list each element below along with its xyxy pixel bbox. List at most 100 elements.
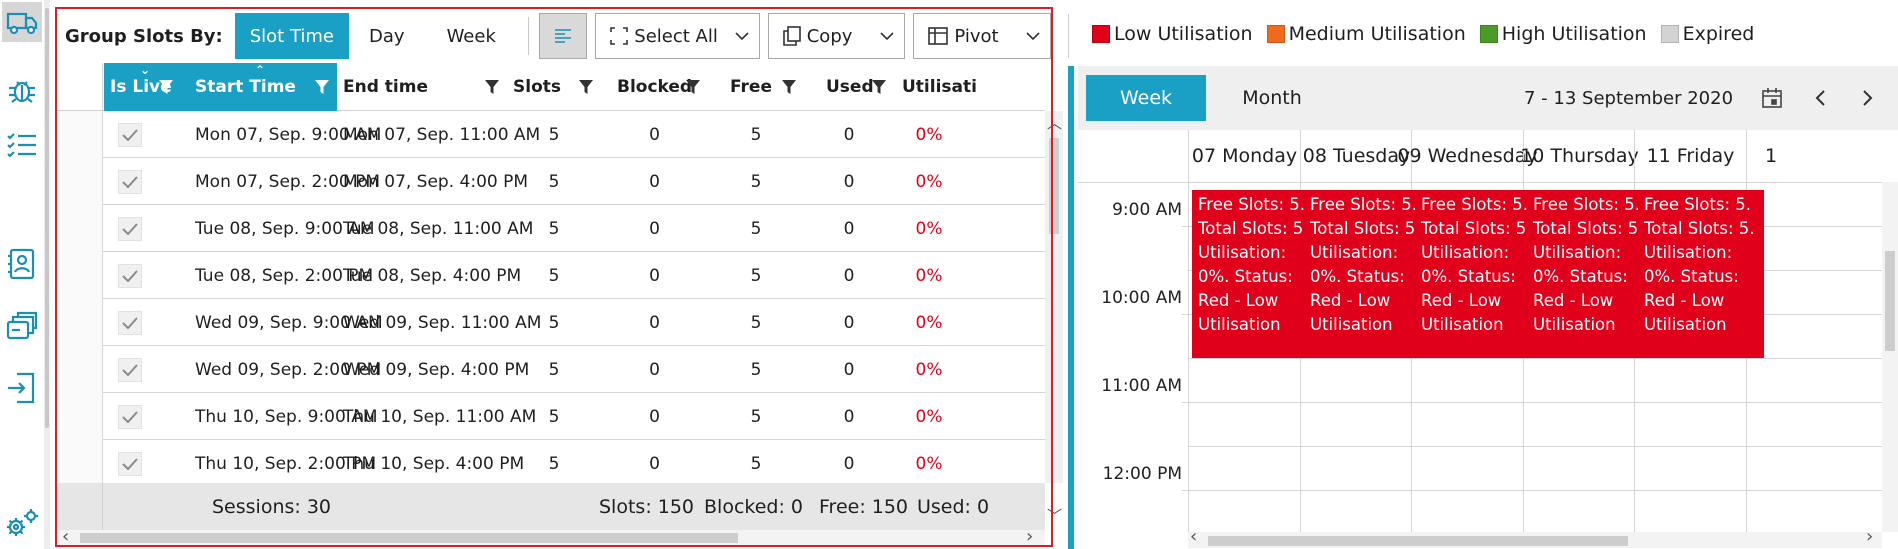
day-header[interactable]: 07 Monday xyxy=(1188,130,1300,182)
is-live-checkbox[interactable] xyxy=(118,217,142,241)
table-row[interactable]: Tue 08, Sep. 9:00 AM Tue 08, Sep. 11:00 A… xyxy=(57,205,1045,252)
slot-event[interactable]: Free Slots: 5. Total Slots: 5. Utilisati… xyxy=(1638,190,1764,358)
table-row[interactable]: Mon 07, Sep. 9:00 AM Mon 07, Sep. 11:00 A… xyxy=(57,111,1045,158)
group-slot-time-button[interactable]: Slot Time xyxy=(234,13,350,59)
slot-event[interactable]: Free Slots: 5. Total Slots: 5. Utilisati… xyxy=(1192,190,1318,358)
cell-used: 0 xyxy=(843,406,855,427)
checkmark-icon xyxy=(122,270,138,282)
is-live-checkbox[interactable] xyxy=(118,358,142,382)
slot-event[interactable]: Free Slots: 5. Total Slots: 5. Utilisati… xyxy=(1527,190,1653,358)
table-row[interactable]: Wed 09, Sep. 9:00 AM Wed 09, Sep. 11:00 A… xyxy=(57,299,1045,346)
sessions-total: Sessions: 30 xyxy=(212,495,332,518)
column-header-blocked[interactable]: Blocked xyxy=(601,63,708,111)
column-header-used[interactable]: Used xyxy=(804,63,894,111)
table-row[interactable]: Thu 10, Sep. 2:00 PM Thu 10, Sep. 4:00 PM… xyxy=(57,440,1045,483)
checklist-icon[interactable] xyxy=(2,125,42,165)
row-header[interactable] xyxy=(57,252,103,299)
filter-icon[interactable] xyxy=(872,79,886,95)
scroll-down-icon[interactable]: ﹀ xyxy=(1047,505,1062,526)
truck-icon[interactable] xyxy=(2,2,42,42)
row-header[interactable] xyxy=(57,440,103,483)
slot-event[interactable]: Free Slots: 5. Total Slots: 5. Utilisati… xyxy=(1304,190,1430,358)
align-left-button[interactable] xyxy=(538,13,588,59)
row-header[interactable] xyxy=(57,346,103,393)
slot-event[interactable]: Free Slots: 5. Total Slots: 5. Utilisati… xyxy=(1415,190,1541,358)
cell-utilisation: 0% xyxy=(915,359,943,380)
previous-week-icon[interactable] xyxy=(1808,86,1832,110)
legend-item-high: High Utilisation xyxy=(1479,23,1647,45)
is-live-checkbox[interactable] xyxy=(118,123,142,147)
calendar-vertical-scrollbar-thumb[interactable] xyxy=(1885,251,1895,351)
tab-week[interactable]: Week xyxy=(1086,75,1206,121)
contact-card-icon[interactable] xyxy=(2,244,42,284)
column-header-utilisation[interactable]: Utilisati xyxy=(894,63,1045,111)
is-live-checkbox[interactable] xyxy=(118,264,142,288)
table-row[interactable]: Thu 10, Sep. 9:00 AM Thu 10, Sep. 11:00 A… xyxy=(57,393,1045,440)
day-header[interactable]: 10 Thursday xyxy=(1520,130,1639,182)
cell-free: 5 xyxy=(750,359,762,380)
calendar-vertical-scrollbar[interactable] xyxy=(1882,182,1898,532)
used-total: Used: 0 xyxy=(917,495,990,518)
stacked-cards-icon[interactable] xyxy=(2,306,42,346)
cell-end-time: Mon 07, Sep. 11:00 AM xyxy=(343,124,541,145)
scroll-left-icon[interactable]: ‹ xyxy=(1190,526,1197,547)
panel-splitter[interactable] xyxy=(1068,66,1074,549)
copy-dropdown[interactable]: Copy xyxy=(767,13,906,59)
column-header-start-time[interactable]: ⌃ Start Time xyxy=(181,63,337,111)
day-header[interactable]: 09 Wednesday xyxy=(1397,130,1538,182)
rail-scrollbar-thumb[interactable] xyxy=(45,8,49,428)
scroll-right-icon[interactable]: › xyxy=(1866,526,1873,547)
column-label: Blocked xyxy=(617,77,693,97)
select-all-dropdown[interactable]: Select All xyxy=(595,13,760,59)
row-header[interactable] xyxy=(57,111,103,158)
is-live-checkbox[interactable] xyxy=(118,170,142,194)
grid-horizontal-scrollbar-thumb[interactable] xyxy=(80,533,738,543)
scroll-left-icon[interactable]: ‹ xyxy=(62,526,69,547)
time-label: 9:00 AM xyxy=(1112,200,1182,220)
cell-used: 0 xyxy=(843,218,855,239)
filter-icon[interactable] xyxy=(485,79,499,95)
scroll-up-icon[interactable]: ︿ xyxy=(1047,112,1062,133)
group-day-button[interactable]: Day xyxy=(349,13,425,59)
calendar-horizontal-scrollbar-thumb[interactable] xyxy=(1208,536,1628,546)
pivot-dropdown[interactable]: Pivot xyxy=(913,13,1051,59)
filter-icon[interactable] xyxy=(686,79,700,95)
row-header[interactable] xyxy=(57,158,103,205)
filter-icon[interactable] xyxy=(782,79,796,95)
grid-vertical-scrollbar-thumb[interactable] xyxy=(1049,138,1059,234)
is-live-checkbox[interactable] xyxy=(118,452,142,476)
calendar-picker-icon[interactable] xyxy=(1760,86,1784,110)
column-header-end-time[interactable]: End time xyxy=(337,63,507,111)
row-header[interactable] xyxy=(57,299,103,346)
cell-free: 5 xyxy=(750,218,762,239)
tab-month[interactable]: Month xyxy=(1212,75,1332,121)
day-header[interactable]: 08 Tuesday xyxy=(1300,130,1412,182)
is-live-checkbox[interactable] xyxy=(118,311,142,335)
scroll-right-icon[interactable]: › xyxy=(1026,526,1033,547)
is-live-checkbox[interactable] xyxy=(118,405,142,429)
grid-header: ⌄ Is Live ⌃ Start Time End time Slots Bl… xyxy=(57,63,1045,111)
filter-icon[interactable] xyxy=(159,79,173,95)
table-row[interactable]: Tue 08, Sep. 2:00 PM Tue 08, Sep. 4:00 PM… xyxy=(57,252,1045,299)
row-header[interactable] xyxy=(57,205,103,252)
cell-utilisation: 0% xyxy=(915,453,943,474)
table-row[interactable]: Wed 09, Sep. 2:00 PM Wed 09, Sep. 4:00 PM… xyxy=(57,346,1045,393)
filter-icon[interactable] xyxy=(315,79,329,95)
column-header-is-live[interactable]: ⌄ Is Live xyxy=(104,63,181,111)
next-week-icon[interactable] xyxy=(1856,86,1880,110)
column-header-slots[interactable]: Slots xyxy=(507,63,601,111)
day-header[interactable]: 11 Friday xyxy=(1634,130,1746,182)
bug-icon[interactable] xyxy=(2,70,42,110)
gears-icon[interactable] xyxy=(2,504,42,544)
day-header[interactable]: 1 xyxy=(1746,130,1882,182)
table-row[interactable]: Mon 07, Sep. 2:00 PM Mon 07, Sep. 4:00 PM… xyxy=(57,158,1045,205)
login-arrow-icon[interactable] xyxy=(2,368,42,408)
legend-item-expired: Expired xyxy=(1660,23,1754,45)
group-week-button[interactable]: Week xyxy=(425,13,518,59)
column-header-free[interactable]: Free xyxy=(708,63,804,111)
filter-icon[interactable] xyxy=(579,79,593,95)
copy-icon xyxy=(782,26,801,46)
time-label: 10:00 AM xyxy=(1101,288,1182,308)
row-header[interactable] xyxy=(57,393,103,440)
column-label: Utilisati xyxy=(902,77,977,97)
